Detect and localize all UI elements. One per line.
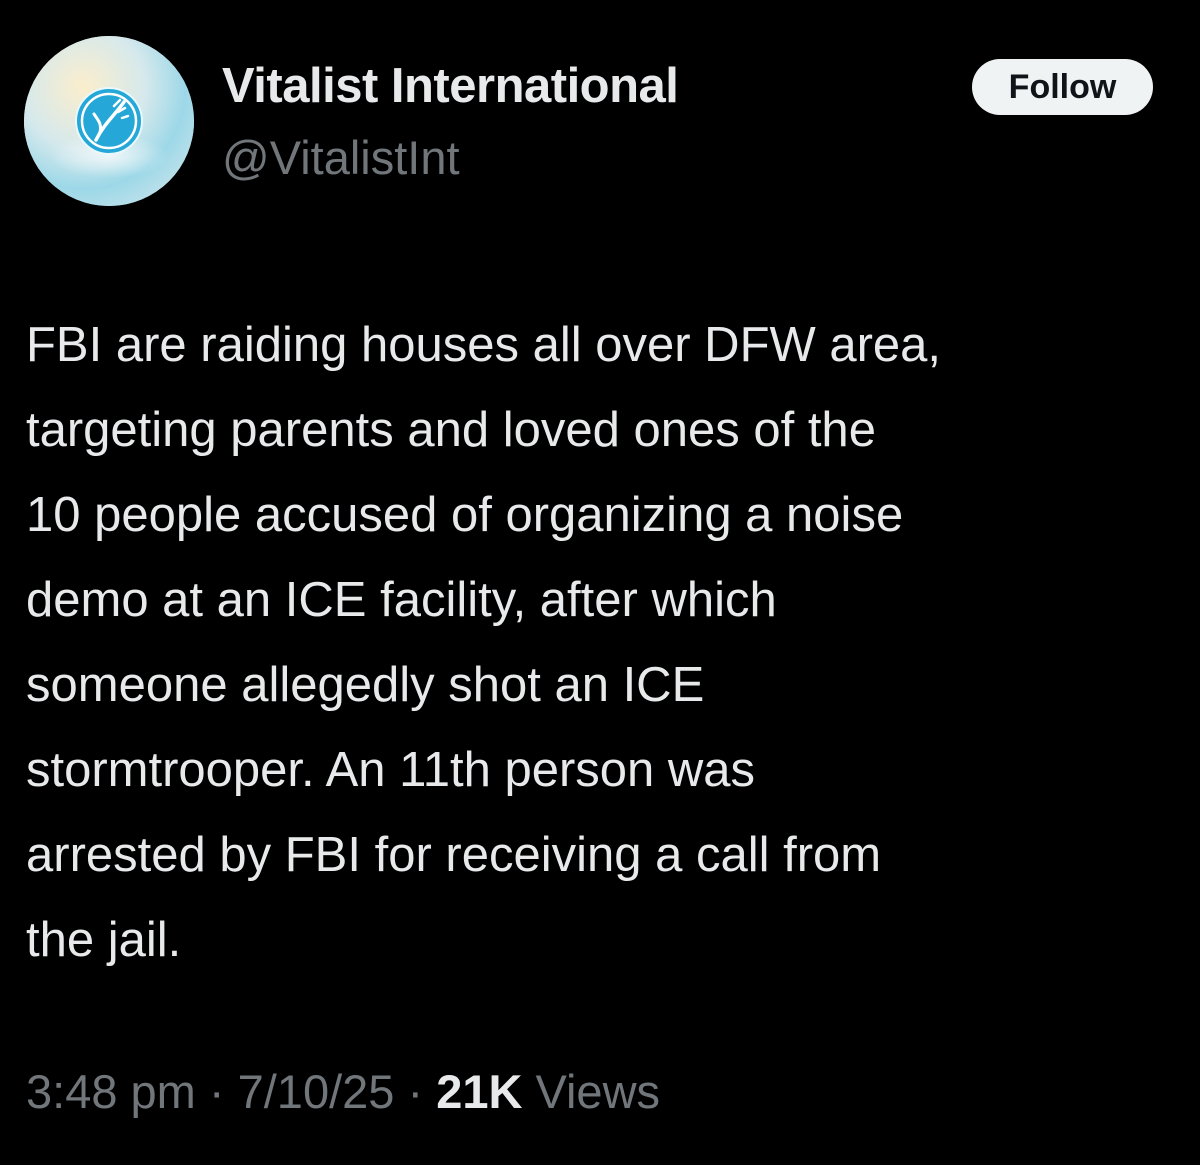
- author-display-name[interactable]: Vitalist International: [222, 56, 679, 116]
- meta-separator: ·: [195, 1065, 238, 1118]
- vitalist-logo-icon: [24, 36, 194, 206]
- avatar[interactable]: [24, 36, 194, 206]
- author-handle[interactable]: @VitalistInt: [222, 128, 460, 188]
- tweet-meta: 3:48 pm · 7/10/25 · 21K Views: [26, 1060, 660, 1124]
- tweet-text: FBI are raiding houses all over DFW area…: [26, 318, 942, 967]
- follow-button[interactable]: Follow: [972, 59, 1153, 115]
- views-label: Views: [522, 1065, 661, 1118]
- tweet-date[interactable]: 7/10/25: [238, 1065, 395, 1118]
- tweet-time[interactable]: 3:48 pm: [26, 1065, 196, 1118]
- views-count: 21K: [436, 1065, 523, 1118]
- meta-separator: ·: [394, 1065, 437, 1118]
